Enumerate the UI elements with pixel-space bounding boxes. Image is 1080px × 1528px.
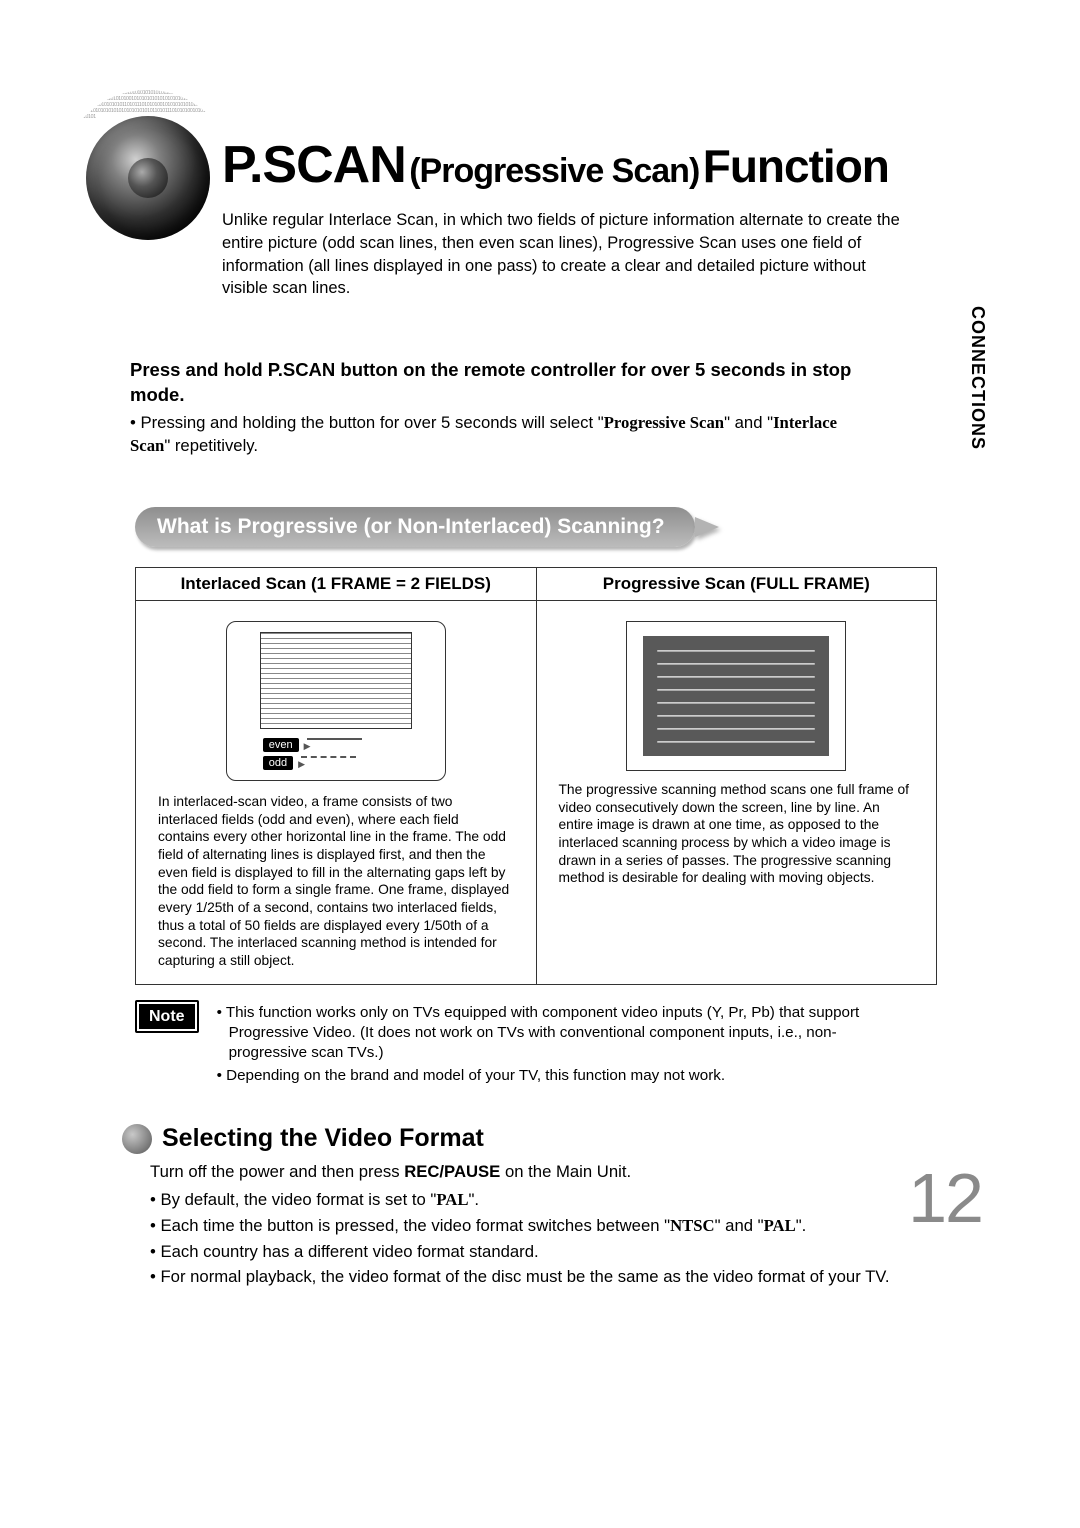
sel-intro-bold: REC/PAUSE xyxy=(404,1162,500,1181)
instr-text-post: " repetitively. xyxy=(164,436,258,455)
selecting-intro: Turn off the power and then press REC/PA… xyxy=(150,1160,910,1185)
sel-b2-v1: NTSC xyxy=(670,1216,715,1235)
table-cell-left: even odd In interlaced-scan video, a fra… xyxy=(136,601,537,985)
sel-b1-val: PAL xyxy=(436,1190,468,1209)
speaker-graphic: 0101010101010100101010101010101010101010… xyxy=(60,90,235,265)
legend-odd-line-icon xyxy=(301,756,356,770)
selecting-heading: Selecting the Video Format xyxy=(162,1124,484,1153)
progressive-diagram xyxy=(626,621,846,771)
selecting-body: Turn off the power and then press REC/PA… xyxy=(150,1160,910,1291)
instr-text-pre: Pressing and holding the button for over… xyxy=(140,413,603,432)
selecting-bullet: By default, the video format is set to "… xyxy=(150,1188,910,1213)
table-header-left: Interlaced Scan (1 FRAME = 2 FIELDS) xyxy=(136,568,537,601)
sel-intro-post: on the Main Unit. xyxy=(500,1162,631,1181)
instr-option-1: Progressive Scan xyxy=(604,413,724,432)
instruction-block: Press and hold P.SCAN button on the remo… xyxy=(130,358,870,457)
instruction-lead: Press and hold P.SCAN button on the remo… xyxy=(130,358,870,408)
interlaced-diagram: even odd xyxy=(226,621,446,781)
progressive-screen-icon xyxy=(643,636,829,756)
bullet-sphere-icon xyxy=(122,1124,152,1154)
speaker-cap-icon xyxy=(128,158,168,198)
sel-b2-post: ". xyxy=(796,1216,807,1235)
selecting-heading-row: Selecting the Video Format xyxy=(122,1124,1010,1154)
section-tab: CONNECTIONS xyxy=(967,306,988,450)
sel-b2-pre: Each time the button is pressed, the vid… xyxy=(160,1216,670,1235)
note-section: Note This function works only on TVs equ… xyxy=(135,1003,870,1090)
intro-paragraph: Unlike regular Interlace Scan, in which … xyxy=(222,209,902,300)
table-cell-right: The progressive scanning method scans on… xyxy=(536,601,937,985)
interlaced-legend: even odd xyxy=(263,737,362,770)
page-title: P.SCAN (Progressive Scan) Function xyxy=(222,90,1010,195)
manual-page: CONNECTIONS 0101010101010100101010101010… xyxy=(0,0,1080,1528)
sel-b2-mid: " and " xyxy=(715,1216,764,1235)
instruction-bullet: Pressing and holding the button for over… xyxy=(130,412,870,457)
table-header-right: Progressive Scan (FULL FRAME) xyxy=(536,568,937,601)
instr-text-mid: " and " xyxy=(724,413,773,432)
sel-b2-v2: PAL xyxy=(764,1216,796,1235)
interlaced-description: In interlaced-scan video, a frame consis… xyxy=(158,793,514,970)
selecting-bullet: Each country has a different video forma… xyxy=(150,1240,910,1265)
sel-intro-pre: Turn off the power and then press xyxy=(150,1162,404,1181)
title-part-3: Function xyxy=(703,140,889,192)
sel-b1-post: ". xyxy=(468,1190,479,1209)
title-part-1: P.SCAN xyxy=(222,136,406,194)
selecting-bullet: For normal playback, the video format of… xyxy=(150,1265,910,1290)
progressive-description: The progressive scanning method scans on… xyxy=(559,781,915,887)
comparison-table: Interlaced Scan (1 FRAME = 2 FIELDS) Pro… xyxy=(135,567,937,985)
note-item: Depending on the brand and model of your… xyxy=(217,1066,870,1086)
hero-block: 0101010101010100101010101010101010101010… xyxy=(70,90,1010,300)
title-part-2: (Progressive Scan) xyxy=(409,152,699,190)
note-item: This function works only on TVs equipped… xyxy=(217,1003,870,1064)
legend-even-line-icon xyxy=(307,738,362,752)
interlaced-screen-icon xyxy=(260,632,412,729)
legend-odd-label: odd xyxy=(263,756,293,770)
page-number: 12 xyxy=(908,1158,982,1238)
callout-heading: What is Progressive (or Non-Interlaced) … xyxy=(135,507,695,547)
note-items: This function works only on TVs equipped… xyxy=(217,1003,870,1090)
note-badge: Note xyxy=(135,1000,199,1033)
selecting-bullet: Each time the button is pressed, the vid… xyxy=(150,1214,910,1239)
sel-b1-pre: By default, the video format is set to " xyxy=(160,1190,436,1209)
legend-even-label: even xyxy=(263,738,299,752)
